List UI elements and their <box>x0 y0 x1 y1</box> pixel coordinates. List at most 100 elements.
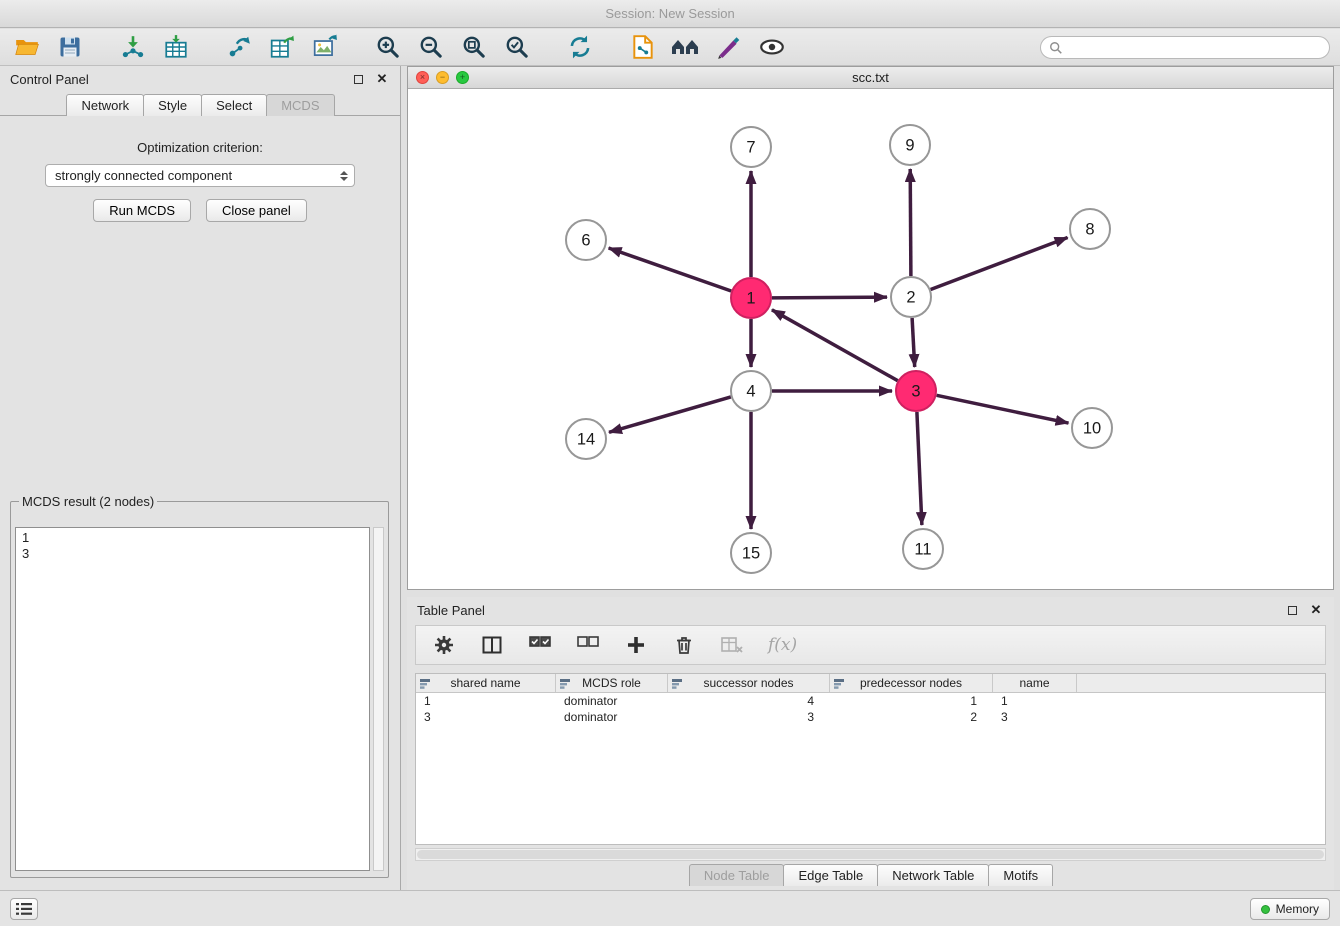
delete-table-icon <box>720 633 744 657</box>
graph-node-label: 9 <box>905 137 914 155</box>
zoom-fit-icon[interactable] <box>457 30 491 64</box>
select-all-columns-icon[interactable] <box>528 633 552 657</box>
close-table-panel-icon[interactable]: ✕ <box>1308 602 1324 618</box>
mcds-result-list[interactable]: 1 3 <box>15 527 370 871</box>
cell-successor-nodes[interactable]: 3 <box>668 709 830 725</box>
show-column-panel-icon[interactable] <box>480 633 504 657</box>
table-panel: Table Panel ✕ <box>407 597 1334 890</box>
float-panel-icon[interactable] <box>350 71 366 87</box>
graph-edge-3-1[interactable] <box>772 310 898 381</box>
memory-button[interactable]: Memory <box>1250 898 1330 920</box>
table-row[interactable]: 3 dominator 3 2 3 <box>416 709 1325 725</box>
table-settings-gear-icon[interactable] <box>432 633 456 657</box>
window-minimize-icon[interactable]: − <box>436 71 449 84</box>
export-document-icon[interactable] <box>626 30 660 64</box>
tab-network-table[interactable]: Network Table <box>877 864 989 886</box>
criterion-select[interactable]: strongly connected component <box>45 164 355 187</box>
window-title: Session: New Session <box>605 6 734 21</box>
tab-network[interactable]: Network <box>66 94 144 116</box>
cell-shared-name[interactable]: 1 <box>416 693 556 709</box>
tab-mcds[interactable]: MCDS <box>266 94 334 116</box>
close-panel-button[interactable]: Close panel <box>206 199 307 222</box>
graph-edge-3-10[interactable] <box>937 395 1069 423</box>
table-panel-header: Table Panel ✕ <box>407 597 1334 623</box>
window-zoom-icon[interactable]: + <box>456 71 469 84</box>
mcds-result-line: 1 <box>22 530 363 546</box>
export-table-icon[interactable] <box>265 30 299 64</box>
control-panel: Control Panel ✕ Network Style Select MCD… <box>0 66 401 890</box>
close-panel-icon[interactable]: ✕ <box>374 71 390 87</box>
graph-node-label: 8 <box>1085 221 1094 239</box>
float-table-panel-icon[interactable] <box>1284 602 1300 618</box>
tab-style[interactable]: Style <box>143 94 202 116</box>
refresh-icon[interactable] <box>563 30 597 64</box>
graph-node-label: 3 <box>911 383 920 401</box>
delete-column-trash-icon[interactable] <box>672 633 696 657</box>
cell-successor-nodes[interactable]: 4 <box>668 693 830 709</box>
search-input[interactable] <box>1063 38 1329 57</box>
table-tabs: Node Table Edge Table Network Table Moti… <box>407 864 1334 886</box>
open-session-icon[interactable] <box>10 30 44 64</box>
cell-name[interactable]: 3 <box>993 709 1077 725</box>
table-panel-title: Table Panel <box>417 603 485 618</box>
cell-mcds-role[interactable]: dominator <box>556 709 668 725</box>
cell-shared-name[interactable]: 3 <box>416 709 556 725</box>
graph-edge-4-14[interactable] <box>609 397 731 432</box>
cell-mcds-role[interactable]: dominator <box>556 693 668 709</box>
column-header-mcds-role[interactable]: MCDS role <box>556 674 668 692</box>
table-row[interactable]: 1 dominator 4 1 1 <box>416 693 1325 709</box>
cell-name[interactable]: 1 <box>993 693 1077 709</box>
graph-node-label: 7 <box>746 139 755 157</box>
column-header-name[interactable]: name <box>993 674 1077 692</box>
column-header-successor-nodes[interactable]: successor nodes <box>668 674 830 692</box>
column-type-icon <box>420 678 430 692</box>
cell-predecessor-nodes[interactable]: 2 <box>830 709 993 725</box>
select-stepper-icon <box>338 168 350 184</box>
column-header-shared-name[interactable]: shared name <box>416 674 556 692</box>
memory-label: Memory <box>1276 902 1319 916</box>
task-history-button[interactable] <box>10 898 38 920</box>
memory-status-icon <box>1261 905 1270 914</box>
create-column-plus-icon[interactable] <box>624 633 648 657</box>
result-scrollbar[interactable] <box>373 527 384 871</box>
graph-edge-2-9[interactable] <box>910 169 911 276</box>
window-close-icon[interactable]: × <box>416 71 429 84</box>
tab-edge-table[interactable]: Edge Table <box>783 864 878 886</box>
table-toolbar: f(x) <box>415 625 1326 665</box>
function-builder-icon: f(x) <box>768 635 797 655</box>
import-network-icon[interactable] <box>116 30 150 64</box>
export-network-icon[interactable] <box>222 30 256 64</box>
mcds-result-title: MCDS result (2 nodes) <box>19 494 157 509</box>
graph-edge-2-8[interactable] <box>931 238 1068 290</box>
annotations-icon[interactable] <box>712 30 746 64</box>
show-hide-details-icon[interactable] <box>755 30 789 64</box>
zoom-out-icon[interactable] <box>414 30 448 64</box>
graph-node-label: 11 <box>914 541 931 559</box>
network-graph[interactable]: 7968124314101511 <box>408 89 1333 589</box>
zoom-selected-icon[interactable] <box>500 30 534 64</box>
zoom-in-icon[interactable] <box>371 30 405 64</box>
save-session-icon[interactable] <box>53 30 87 64</box>
mcds-result-line: 3 <box>22 546 363 562</box>
tab-select[interactable]: Select <box>201 94 267 116</box>
export-image-icon[interactable] <box>308 30 342 64</box>
graph-node-label: 14 <box>577 431 595 449</box>
column-header-predecessor-nodes[interactable]: predecessor nodes <box>830 674 993 692</box>
graph-edge-1-6[interactable] <box>609 248 732 291</box>
network-window-titlebar[interactable]: scc.txt × − + <box>408 67 1333 89</box>
network-canvas[interactable]: 7968124314101511 <box>408 89 1333 589</box>
unselect-all-columns-icon[interactable] <box>576 633 600 657</box>
import-table-icon[interactable] <box>159 30 193 64</box>
search-box[interactable] <box>1040 36 1330 59</box>
graph-edge-3-11[interactable] <box>917 412 922 525</box>
graph-edge-2-3[interactable] <box>912 318 915 367</box>
tab-node-table[interactable]: Node Table <box>689 864 785 886</box>
control-panel-header: Control Panel ✕ <box>0 66 400 92</box>
cell-predecessor-nodes[interactable]: 1 <box>830 693 993 709</box>
list-icon <box>16 903 32 915</box>
run-mcds-button[interactable]: Run MCDS <box>93 199 191 222</box>
network-analyzer-icon[interactable] <box>669 30 703 64</box>
graph-edge-1-2[interactable] <box>772 297 887 298</box>
table-horizontal-scrollbar[interactable] <box>415 848 1326 861</box>
tab-motifs[interactable]: Motifs <box>988 864 1053 886</box>
